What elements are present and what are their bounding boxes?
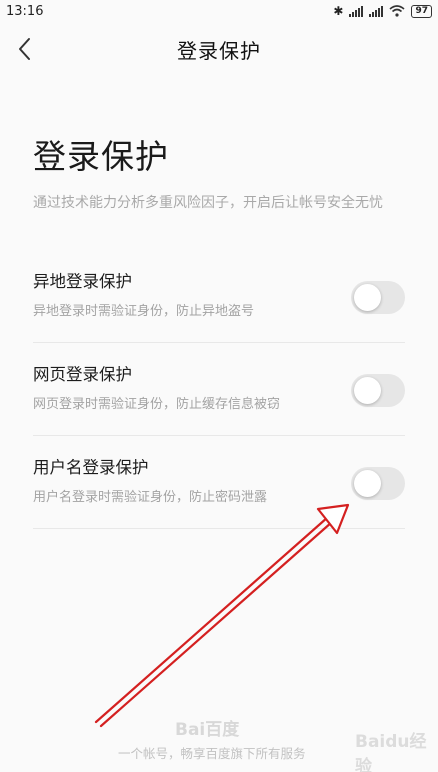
toggle-knob [354, 470, 381, 497]
username-login-toggle[interactable] [351, 467, 405, 500]
watermark: Baidu经验 [355, 732, 427, 772]
footer-tagline: 一个帐号，畅享百度旗下所有服务 [118, 746, 306, 761]
settings-list: 异地登录保护 异地登录时需验证身份，防止异地盗号 网页登录保护 网页登录时需验证… [33, 250, 405, 529]
setting-row-username-login: 用户名登录保护 用户名登录时需验证身份，防止密码泄露 [33, 436, 405, 529]
page-heading: 登录保护 [33, 137, 169, 176]
toggle-knob [354, 284, 381, 311]
chevron-left-icon [19, 38, 30, 60]
main-content: 登录保护 通过技术能力分析多重风险因子，开启后让帐号安全无忧 [33, 130, 405, 214]
battery-icon: 97 [411, 4, 432, 18]
signal-icon-2 [369, 5, 384, 17]
setting-subtitle: 网页登录时需验证身份，防止缓存信息被窃 [33, 397, 281, 412]
setting-subtitle: 异地登录时需验证身份，防止异地盗号 [33, 304, 255, 319]
status-icons: ✱ 97 [333, 4, 432, 18]
bluetooth-icon: ✱ [333, 4, 344, 18]
status-bar: 13:16 ✱ 97 [0, 0, 438, 22]
signal-icon [349, 5, 364, 17]
status-time: 13:16 [6, 3, 44, 19]
nav-bar: 登录保护 [0, 22, 438, 76]
setting-row-web-login: 网页登录保护 网页登录时需验证身份，防止缓存信息被窃 [33, 343, 405, 436]
toggle-knob [354, 377, 381, 404]
setting-title: 网页登录保护 [33, 365, 132, 384]
page-description: 通过技术能力分析多重风险因子，开启后让帐号安全无忧 [33, 195, 383, 211]
footer-logo: Bai百度 [175, 720, 240, 740]
wifi-icon [389, 5, 405, 17]
back-button[interactable] [10, 34, 38, 64]
setting-title: 异地登录保护 [33, 272, 132, 291]
web-login-toggle[interactable] [351, 374, 405, 407]
nav-title: 登录保护 [177, 38, 261, 63]
setting-row-remote-login: 异地登录保护 异地登录时需验证身份，防止异地盗号 [33, 250, 405, 343]
setting-subtitle: 用户名登录时需验证身份，防止密码泄露 [33, 490, 268, 505]
remote-login-toggle[interactable] [351, 281, 405, 314]
setting-title: 用户名登录保护 [33, 458, 149, 477]
